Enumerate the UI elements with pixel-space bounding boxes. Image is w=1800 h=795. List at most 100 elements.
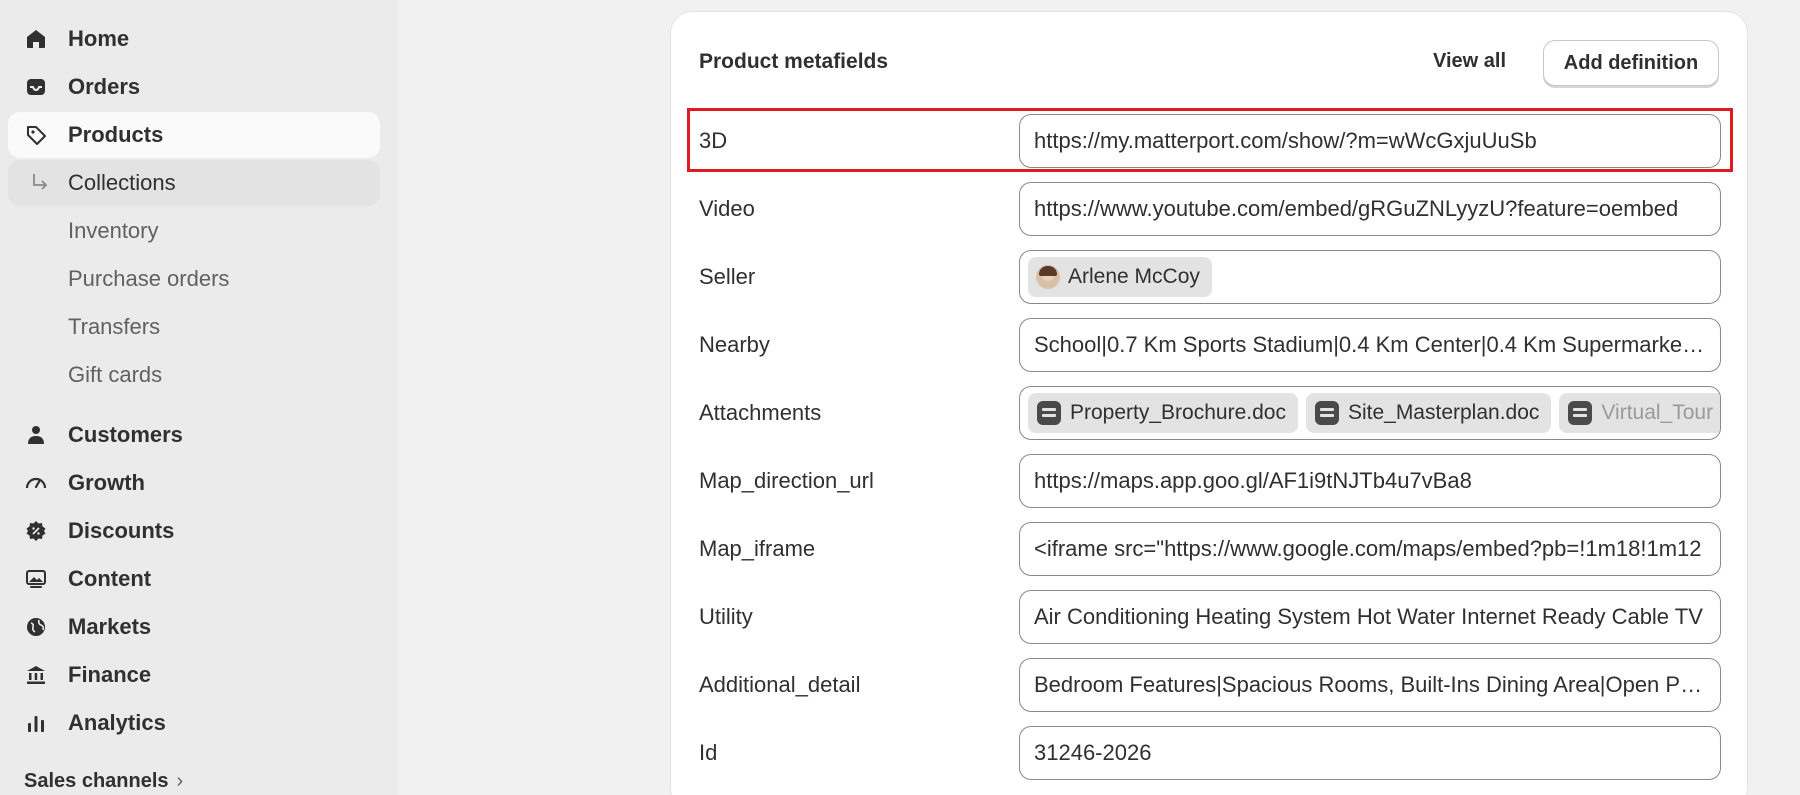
sales-channels-link[interactable]: Sales channels › bbox=[24, 770, 183, 793]
seller-chip[interactable]: Arlene McCoy bbox=[1028, 257, 1212, 297]
sidebar-item-markets[interactable]: Markets bbox=[8, 604, 380, 650]
sidebar-item-label: Content bbox=[68, 566, 152, 591]
chevron-right-icon: › bbox=[176, 770, 184, 792]
image-content-icon bbox=[24, 567, 48, 591]
metafield-value: Bedroom Features|Spacious Rooms, Built-I… bbox=[1034, 672, 1706, 697]
metafield-value: https://maps.app.goo.gl/AF1i9tNJTb4u7vBa… bbox=[1034, 468, 1472, 493]
metafield-label: Map_iframe bbox=[699, 536, 816, 561]
sidebar-item-label: Gift cards bbox=[68, 362, 163, 387]
bar-chart-icon bbox=[24, 711, 48, 735]
sidebar-item-label: Products bbox=[68, 122, 164, 147]
sidebar-item-label: Collections bbox=[68, 170, 176, 195]
chip-label: Property_Brochure.doc bbox=[1070, 401, 1286, 424]
sidebar-item-gift-cards[interactable]: Gift cards bbox=[8, 352, 380, 398]
person-icon bbox=[24, 423, 48, 447]
sidebar-item-discounts[interactable]: Discounts bbox=[8, 508, 380, 554]
bank-icon bbox=[24, 663, 48, 687]
metafield-input-nearby[interactable]: School|0.7 Km Sports Stadium|0.4 Km Cent… bbox=[1019, 318, 1721, 372]
sidebar-item-label: Customers bbox=[68, 422, 183, 447]
globe-icon bbox=[24, 615, 48, 639]
sidebar-item-collections[interactable]: Collections bbox=[8, 160, 380, 206]
metafield-input-video[interactable]: https://www.youtube.com/embed/gRGuZNLyyz… bbox=[1019, 182, 1721, 236]
sidebar-item-label: Inventory bbox=[68, 218, 159, 243]
sidebar: Home Orders Products Collections Invento… bbox=[0, 0, 398, 795]
metafield-label: Nearby bbox=[699, 332, 770, 357]
metafield-row-seller: Seller Arlene McCoy bbox=[671, 250, 1749, 306]
sidebar-item-customers[interactable]: Customers bbox=[8, 412, 380, 458]
metafield-input-additional-detail[interactable]: Bedroom Features|Spacious Rooms, Built-I… bbox=[1019, 658, 1721, 712]
sidebar-item-label: Purchase orders bbox=[68, 266, 230, 291]
avatar bbox=[1036, 265, 1060, 289]
metafield-value: <iframe src="https://www.google.com/maps… bbox=[1034, 536, 1702, 561]
metafield-value: School|0.7 Km Sports Stadium|0.4 Km Cent… bbox=[1034, 332, 1706, 357]
product-metafields-card: Product metafields View all Add definiti… bbox=[670, 11, 1748, 795]
sidebar-item-label: Growth bbox=[68, 470, 145, 495]
sidebar-item-growth[interactable]: Growth bbox=[8, 460, 380, 506]
metafield-row-additional-detail: Additional_detail Bedroom Features|Spaci… bbox=[671, 658, 1749, 714]
attachment-chip[interactable]: Property_Brochure.doc bbox=[1028, 393, 1298, 433]
metafield-row-map-direction-url: Map_direction_url https://maps.app.goo.g… bbox=[671, 454, 1749, 510]
metafield-label: Seller bbox=[699, 264, 756, 289]
metafield-input-map-iframe[interactable]: <iframe src="https://www.google.com/maps… bbox=[1019, 522, 1721, 576]
metafield-input-seller[interactable]: Arlene McCoy bbox=[1019, 250, 1721, 304]
chip-label: Arlene McCoy bbox=[1068, 265, 1200, 288]
sidebar-item-finance[interactable]: Finance bbox=[8, 652, 380, 698]
inbox-icon bbox=[24, 75, 48, 99]
discount-badge-icon bbox=[24, 519, 48, 543]
metafield-label: Map_direction_url bbox=[699, 468, 874, 493]
document-icon bbox=[1567, 400, 1593, 426]
sidebar-item-transfers[interactable]: Transfers bbox=[8, 304, 380, 350]
metafield-row-video: Video https://www.youtube.com/embed/gRGu… bbox=[671, 182, 1749, 238]
metafield-input-3d[interactable]: https://my.matterport.com/show/?m=wWcGxj… bbox=[1019, 114, 1721, 168]
metafield-label: Attachments bbox=[699, 400, 822, 425]
metafield-label: 3D bbox=[699, 128, 728, 153]
sidebar-item-products[interactable]: Products bbox=[8, 112, 380, 158]
card-title: Product metafields bbox=[699, 50, 889, 73]
sidebar-item-label: Transfers bbox=[68, 314, 161, 339]
metafield-label: Video bbox=[699, 196, 755, 221]
sidebar-item-orders[interactable]: Orders bbox=[8, 64, 380, 110]
home-icon bbox=[24, 27, 48, 51]
metafield-row-utility: Utility Air Conditioning Heating System … bbox=[671, 590, 1749, 646]
metafield-input-attachments[interactable]: Property_Brochure.doc Site_Masterplan.do… bbox=[1019, 386, 1721, 440]
sidebar-item-inventory[interactable]: Inventory bbox=[8, 208, 380, 254]
chip-label: Site_Masterplan.doc bbox=[1347, 401, 1540, 424]
sidebar-item-label: Analytics bbox=[68, 710, 166, 735]
add-definition-button[interactable]: Add definition bbox=[1543, 40, 1719, 86]
metafield-label: Id bbox=[699, 740, 718, 765]
sidebar-item-label: Finance bbox=[68, 662, 152, 687]
document-icon bbox=[1314, 400, 1340, 426]
metafield-row-map-iframe: Map_iframe <iframe src="https://www.goog… bbox=[671, 522, 1749, 578]
attachment-chip[interactable]: Virtual_Tour bbox=[1559, 393, 1720, 433]
attachment-chip[interactable]: Site_Masterplan.doc bbox=[1305, 393, 1552, 433]
metafield-value: 31246-2026 bbox=[1034, 740, 1152, 765]
metafield-row-attachments: Attachments Property_Brochure.doc Site_M… bbox=[671, 386, 1749, 442]
metafield-value: https://my.matterport.com/show/?m=wWcGxj… bbox=[1034, 128, 1537, 153]
sidebar-item-content[interactable]: Content bbox=[8, 556, 380, 602]
metafield-row-id: Id 31246-2026 bbox=[671, 726, 1749, 782]
metafield-row-nearby: Nearby School|0.7 Km Sports Stadium|0.4 … bbox=[671, 318, 1749, 374]
metafield-value: https://www.youtube.com/embed/gRGuZNLyyz… bbox=[1034, 196, 1679, 221]
sidebar-divider bbox=[0, 400, 398, 412]
metafield-value: Air Conditioning Heating System Hot Wate… bbox=[1034, 604, 1703, 629]
sales-channels-label: Sales channels bbox=[24, 770, 169, 792]
sidebar-item-label: Home bbox=[68, 26, 130, 51]
view-all-link[interactable]: View all bbox=[1433, 50, 1506, 73]
sidebar-item-purchase-orders[interactable]: Purchase orders bbox=[8, 256, 380, 302]
metafield-input-utility[interactable]: Air Conditioning Heating System Hot Wate… bbox=[1019, 590, 1721, 644]
sidebar-item-label: Markets bbox=[68, 614, 152, 639]
sidebar-item-analytics[interactable]: Analytics bbox=[8, 700, 380, 746]
metafield-row-3d: 3D https://my.matterport.com/show/?m=wWc… bbox=[671, 108, 1749, 172]
sidebar-item-home[interactable]: Home bbox=[8, 16, 380, 62]
document-icon bbox=[1036, 400, 1062, 426]
subdirectory-arrow-icon bbox=[28, 171, 52, 195]
metafield-input-id[interactable]: 31246-2026 bbox=[1019, 726, 1721, 780]
gauge-icon bbox=[24, 471, 48, 495]
sidebar-item-label: Discounts bbox=[68, 518, 175, 543]
tag-icon bbox=[24, 123, 48, 147]
sidebar-item-label: Orders bbox=[68, 74, 141, 99]
metafield-input-map-direction-url[interactable]: https://maps.app.goo.gl/AF1i9tNJTb4u7vBa… bbox=[1019, 454, 1721, 508]
metafield-label: Utility bbox=[699, 604, 753, 629]
metafield-label: Additional_detail bbox=[699, 672, 861, 697]
chip-label: Virtual_Tour bbox=[1601, 401, 1714, 424]
